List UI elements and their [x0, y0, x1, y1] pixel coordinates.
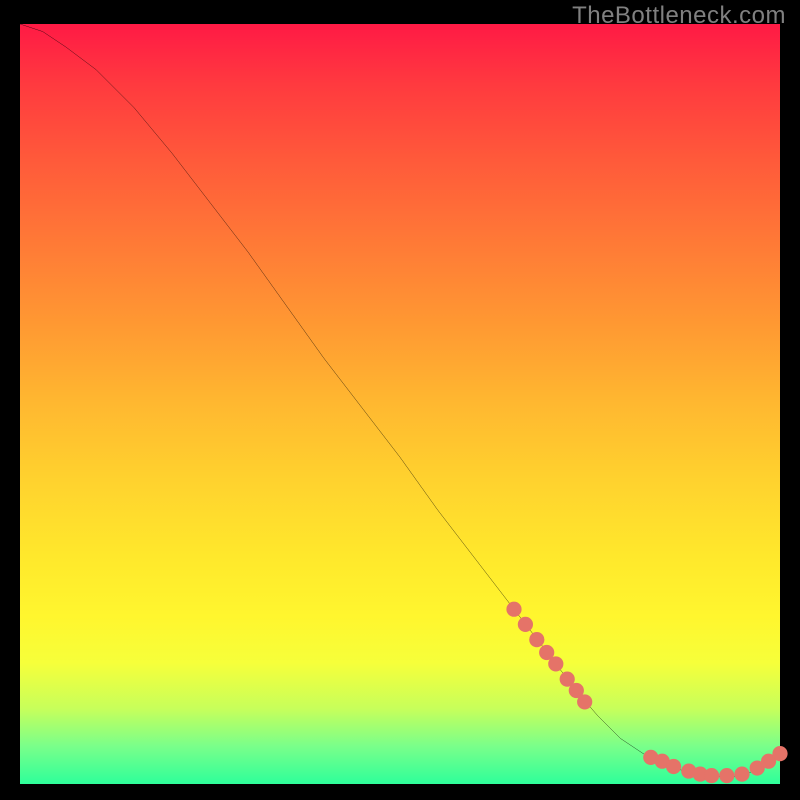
curve-dot — [772, 746, 787, 761]
watermark-text: TheBottleneck.com — [572, 2, 786, 30]
curve-dot — [577, 694, 592, 709]
chart-svg — [20, 24, 780, 784]
plot-area — [20, 24, 780, 784]
curve-dot — [704, 768, 719, 783]
curve-dot — [506, 602, 521, 617]
dotted-overlay — [506, 602, 787, 784]
curve-dot — [518, 617, 533, 632]
chart-container: TheBottleneck.com — [0, 0, 800, 800]
curve-dot — [666, 759, 681, 774]
curve-dot — [719, 768, 734, 783]
curve-dot — [734, 767, 749, 782]
curve-dot — [529, 632, 544, 647]
bottleneck-curve — [20, 24, 780, 776]
curve-dot — [548, 656, 563, 671]
